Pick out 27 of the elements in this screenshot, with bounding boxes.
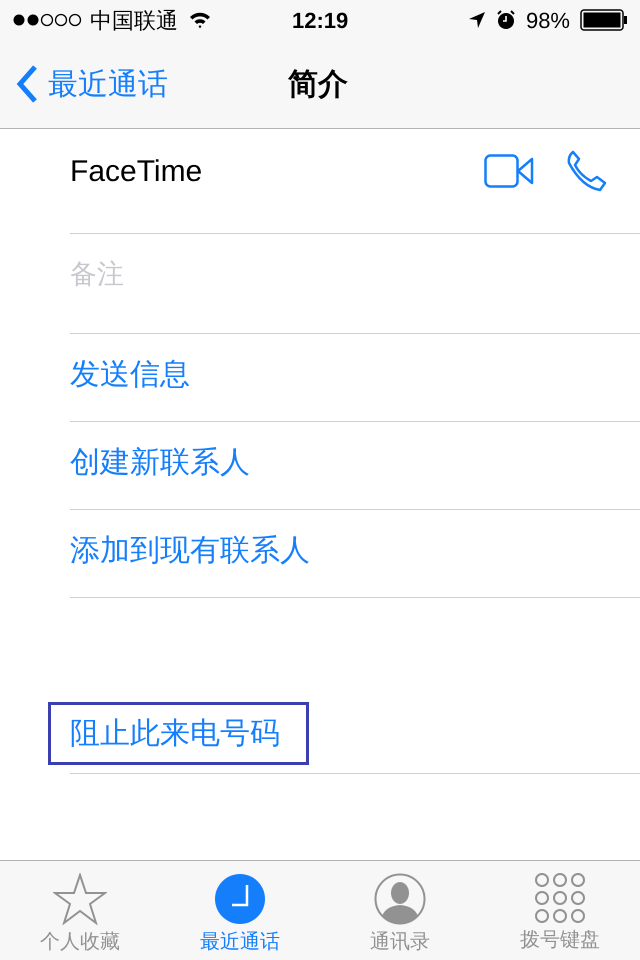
star-icon <box>53 873 107 925</box>
tab-bar-item[interactable]: 最近通话 <box>160 861 320 960</box>
contact-avatar-icon <box>374 873 426 925</box>
clock-time: 12:19 <box>292 6 348 34</box>
video-camera-icon <box>484 154 534 188</box>
facetime-label: FaceTime <box>70 154 202 190</box>
carrier-name: 中国联通 <box>90 6 178 34</box>
keypad-icon <box>535 873 585 923</box>
clock-icon <box>214 873 266 925</box>
note-field[interactable]: 备注 <box>70 254 640 295</box>
tab-bar-item[interactable]: 拨号键盘 <box>480 861 640 960</box>
back-chevron-icon <box>16 65 38 103</box>
page-title: 简介 <box>288 66 348 102</box>
battery-percentage: 98% <box>526 6 570 34</box>
wifi-icon <box>188 11 212 29</box>
block-caller-link[interactable]: 阻止此来电号码 <box>48 702 309 764</box>
battery-icon <box>580 9 628 31</box>
tab-bar-item[interactable]: 个人收藏 <box>0 861 160 960</box>
back-button[interactable]: 最近通话 <box>0 62 168 106</box>
location-arrow-icon <box>468 11 486 29</box>
action-link[interactable]: 发送信息 <box>70 352 190 397</box>
video-call-button[interactable] <box>484 154 534 188</box>
tab-bar-item[interactable]: 通讯录 <box>320 861 480 960</box>
action-link[interactable]: 添加到现有联系人 <box>70 528 310 573</box>
signal-strength-icon <box>12 13 82 27</box>
action-link[interactable]: 创建新联系人 <box>70 440 250 485</box>
alarm-clock-icon <box>496 10 516 30</box>
